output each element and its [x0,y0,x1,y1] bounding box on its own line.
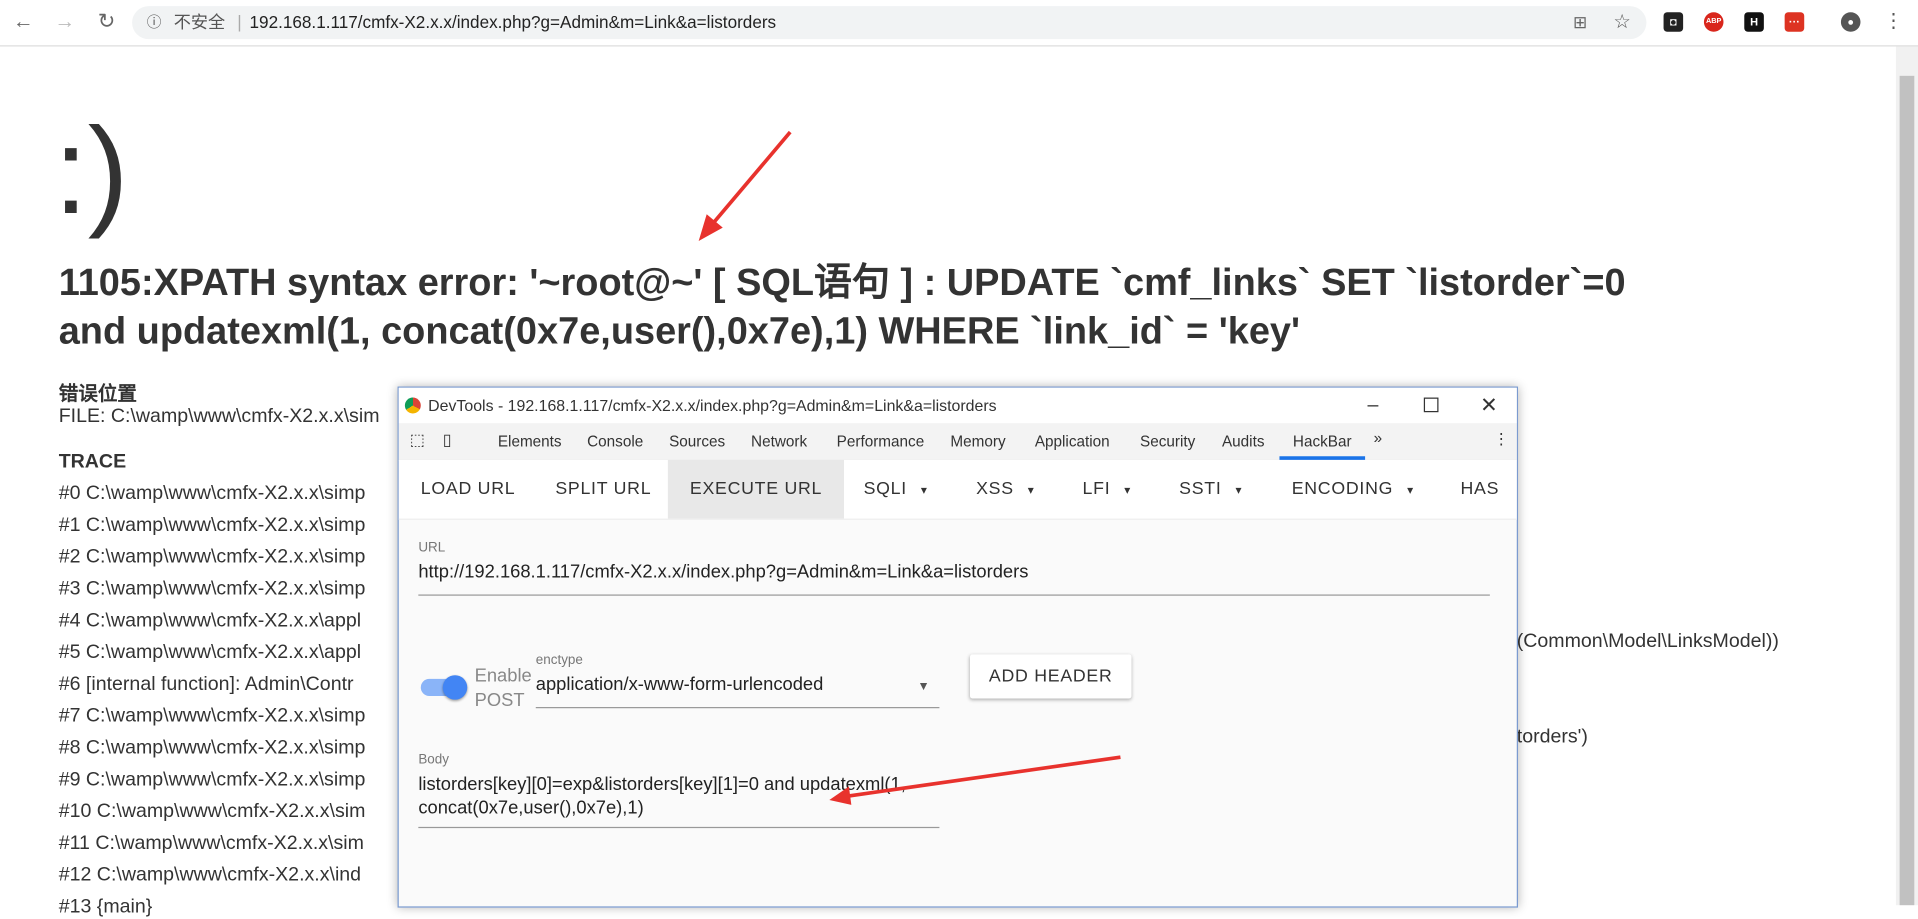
arrow-1 [708,130,792,229]
devtools-window: DevTools - 192.168.1.117/cmfx-X2.x.x/ind… [397,386,1518,908]
body-arrow [829,755,1121,805]
